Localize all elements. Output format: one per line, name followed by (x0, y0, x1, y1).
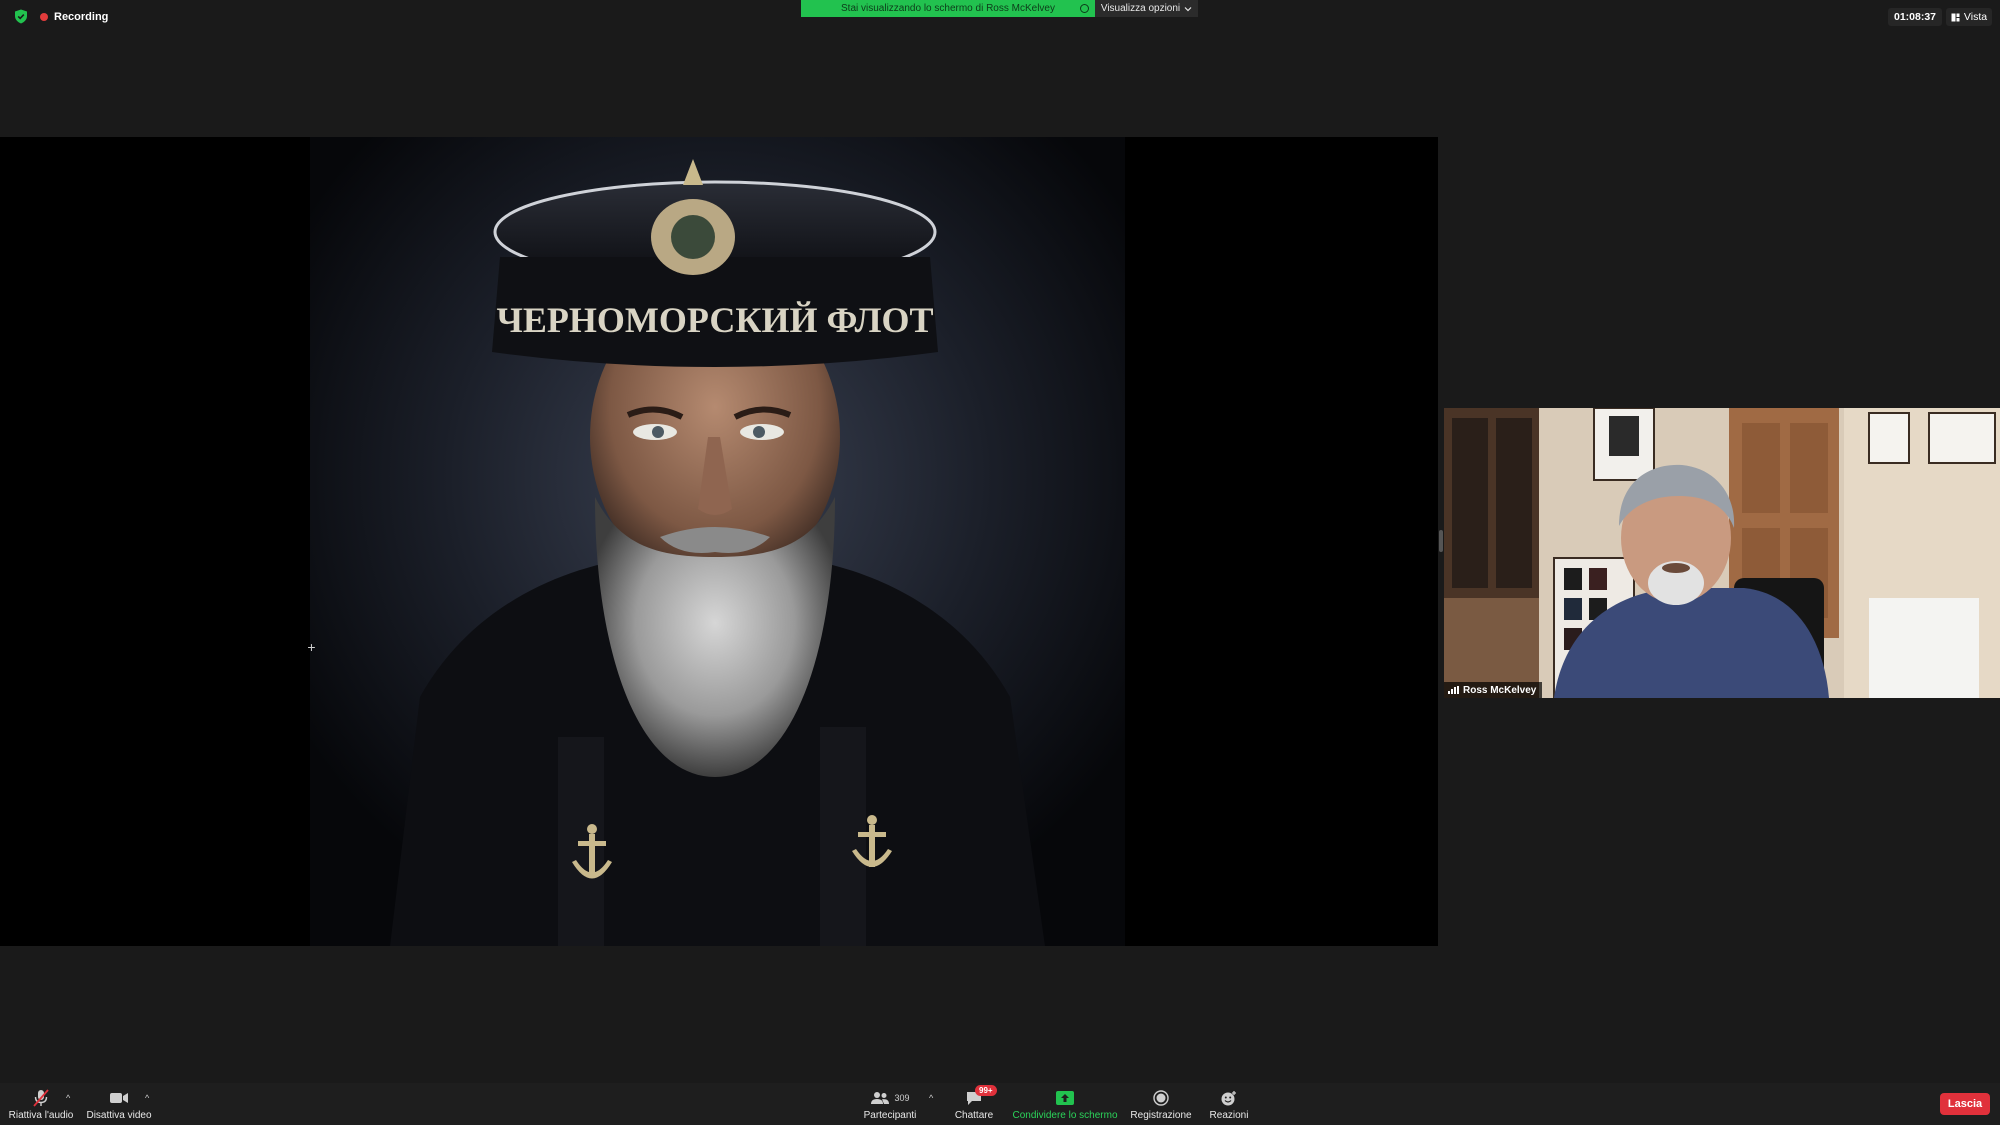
view-grid-icon (1951, 13, 1960, 21)
view-label: Vista (1963, 11, 1988, 23)
participants-count: 309 (894, 1093, 910, 1103)
mouse-crosshair-icon: + (307, 639, 316, 655)
share-screen-label: Condividere lo schermo (1012, 1110, 1118, 1121)
view-options-label: Visualizza opzioni (1100, 3, 1181, 14)
participant-name-label: Ross McKelvey (1463, 684, 1537, 696)
recording-label: Recording (54, 11, 109, 23)
smiley-add-icon (1220, 1089, 1238, 1107)
muted-microphone-icon (33, 1089, 49, 1107)
shared-screen-view[interactable]: ЧЕРНОМОРСКИЙ ФЛОТ + (0, 137, 1438, 946)
share-status-icon (1080, 4, 1089, 13)
view-button[interactable]: Vista (1946, 8, 1992, 26)
video-options-caret-icon[interactable]: ^ (145, 1093, 149, 1103)
reactions-label: Reazioni (1209, 1110, 1249, 1121)
audio-options-caret-icon[interactable]: ^ (66, 1093, 70, 1103)
sailor-portrait-image: ЧЕРНОМОРСКИЙ ФЛОТ (310, 137, 1125, 946)
zoom-meeting-window: Recording Stai visualizzando lo schermo … (0, 0, 2000, 1125)
participants-group-icon: 309 (870, 1089, 910, 1107)
connection-signal-icon (1448, 686, 1459, 694)
reactions-button[interactable]: Reazioni (1204, 1083, 1254, 1125)
record-label: Registrazione (1130, 1110, 1192, 1121)
share-screen-button[interactable]: Condividere lo schermo (1010, 1083, 1120, 1125)
video-camera-icon (109, 1089, 129, 1107)
record-icon (1153, 1089, 1169, 1107)
recording-indicator[interactable]: Recording (40, 9, 108, 25)
security-shield-icon[interactable] (14, 9, 28, 24)
meeting-toolbar: Riattiva l'audio ^ Disattiva video ^ 309… (0, 1083, 2000, 1125)
chat-button[interactable]: 99+ Chattare (950, 1083, 998, 1125)
view-options-button[interactable]: Visualizza opzioni (1095, 0, 1198, 17)
participants-label: Partecipanti (863, 1110, 917, 1121)
participants-options-caret-icon[interactable]: ^ (929, 1093, 933, 1103)
screen-share-banner: Stai visualizzando lo schermo di Ross Mc… (801, 0, 1095, 17)
record-button[interactable]: Registrazione (1126, 1083, 1196, 1125)
unmute-button[interactable]: Riattiva l'audio (4, 1083, 78, 1125)
participant-video-tile[interactable]: Ross McKelvey (1444, 408, 2000, 698)
meeting-timer: 01:08:37 (1888, 8, 1942, 26)
participant-camera-feed (1444, 408, 2000, 698)
stop-video-button[interactable]: Disattiva video (84, 1083, 154, 1125)
participant-name-tag: Ross McKelvey (1444, 682, 1543, 698)
share-screen-icon (1055, 1089, 1075, 1107)
chat-unread-badge: 99+ (975, 1085, 997, 1096)
panel-resize-handle[interactable] (1439, 530, 1443, 552)
stop-video-label: Disattiva video (86, 1110, 152, 1121)
chevron-down-icon (1184, 6, 1192, 11)
share-banner-text: Stai visualizzando lo schermo di Ross Mc… (841, 3, 1055, 14)
chat-label: Chattare (954, 1110, 994, 1121)
top-bar: Recording Stai visualizzando lo schermo … (0, 0, 2000, 32)
chat-bubble-icon: 99+ (965, 1085, 997, 1107)
leave-meeting-button[interactable]: Lascia (1940, 1093, 1990, 1115)
cap-band-text: ЧЕРНОМОРСКИЙ ФЛОТ (497, 300, 934, 340)
unmute-label: Riattiva l'audio (8, 1110, 74, 1121)
recording-dot-icon (40, 13, 48, 21)
participants-button[interactable]: 309 Partecipanti (856, 1083, 924, 1125)
